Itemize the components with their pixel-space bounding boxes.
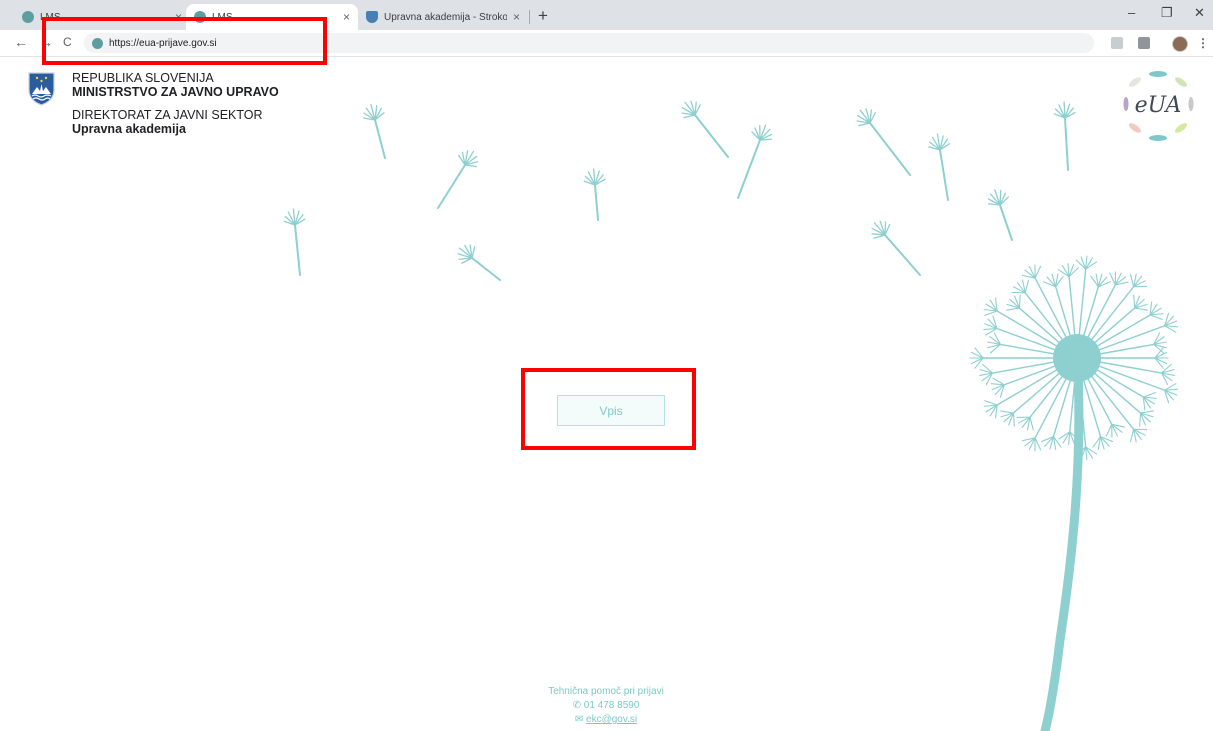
dandelion-seed (437, 150, 479, 209)
restore-button[interactable]: ❐ (1161, 5, 1173, 21)
support-phone: ✆ 01 478 8590 (500, 700, 712, 711)
translate-icon[interactable] (1111, 37, 1123, 49)
dandelion-stem (1040, 365, 1084, 731)
back-button[interactable]: ← (14, 34, 28, 50)
profile-avatar[interactable] (1172, 36, 1188, 52)
dandelion-seed (928, 133, 951, 201)
phone-number: 01 478 8590 (583, 700, 640, 711)
minimize-button[interactable]: – (1128, 5, 1135, 20)
dandelion-seed (583, 168, 606, 221)
support-title: Tehnična pomoč pri prijavi (548, 686, 664, 697)
extension-icon[interactable] (1138, 37, 1150, 49)
tab-title: Upravna akademija - Strokovni u (384, 11, 507, 23)
dandelion-seed (283, 208, 306, 276)
dandelion-seed (457, 244, 501, 281)
dandelion-seed (363, 103, 386, 159)
support-email: ✉ ekc@gov.si (500, 714, 712, 725)
dandelion-head (1053, 334, 1101, 382)
new-tab-button[interactable]: + (538, 6, 548, 26)
tab-separator (529, 10, 530, 24)
email-icon: ✉ (574, 714, 584, 725)
dandelion-seed (987, 189, 1013, 241)
close-window-button[interactable]: ✕ (1194, 5, 1205, 21)
login-button[interactable]: Vpis (557, 395, 665, 426)
tab-close-icon[interactable]: × (343, 10, 350, 24)
email-link[interactable]: ekc@gov.si (586, 714, 637, 725)
tab-close-icon[interactable]: × (513, 10, 520, 24)
shield-favicon-icon (366, 11, 378, 23)
browser-tab-3[interactable]: Upravna akademija - Strokovni u × (358, 4, 528, 30)
dandelion-seed (681, 100, 729, 158)
dandelion-seed (1053, 101, 1076, 171)
browser-menu-icon[interactable]: ⋮ (1197, 36, 1209, 50)
phone-icon: ✆ (572, 700, 581, 711)
dandelion-seed (871, 220, 921, 276)
dandelion-seed (737, 124, 773, 199)
lms-favicon-icon (22, 11, 34, 23)
dandelion-seed (856, 108, 911, 176)
